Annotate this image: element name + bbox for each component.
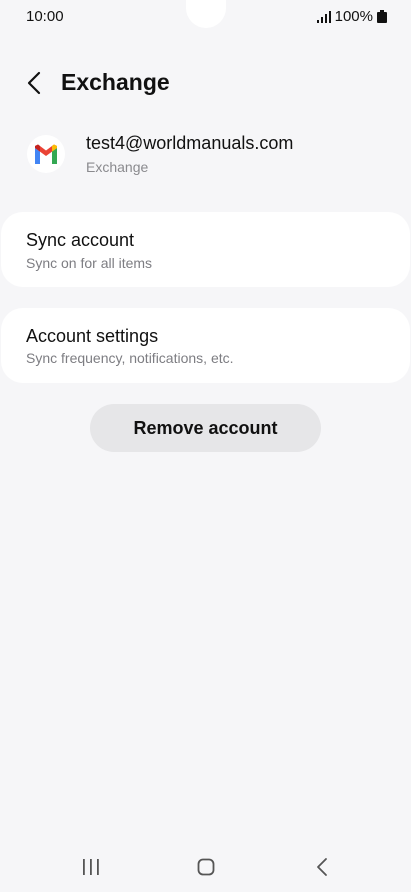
sync-account-card[interactable]: Sync account Sync on for all items	[1, 212, 410, 287]
account-settings-title: Account settings	[26, 326, 159, 346]
account-header: test4@worldmanuals.com Exchange	[0, 128, 411, 184]
home-button[interactable]	[186, 854, 226, 880]
battery-icon	[377, 10, 387, 23]
status-bar: 10:00 100%	[0, 0, 411, 34]
navigation-bar	[0, 842, 411, 892]
account-type: Exchange	[86, 159, 149, 175]
camera-notch	[186, 0, 226, 28]
back-icon	[317, 858, 327, 876]
recents-icon	[83, 859, 99, 875]
battery-percent: 100%	[334, 8, 373, 25]
recents-button[interactable]	[71, 854, 111, 880]
status-time: 10:00	[26, 8, 64, 25]
account-settings-card[interactable]: Account settings Sync frequency, notific…	[1, 308, 410, 383]
back-nav-button[interactable]	[302, 854, 342, 880]
status-indicators: 100%	[316, 8, 387, 25]
page-title: Exchange	[61, 69, 170, 95]
header: Exchange	[0, 60, 411, 106]
sync-account-subtitle: Sync on for all items	[26, 255, 153, 271]
gmail-icon	[27, 135, 65, 173]
account-email: test4@worldmanuals.com	[86, 133, 294, 153]
remove-account-button[interactable]: Remove account	[90, 404, 321, 452]
account-settings-subtitle: Sync frequency, notifications, etc.	[26, 350, 234, 366]
home-icon	[197, 858, 215, 876]
screen: 10:00 100% Exchange test4@worldmanuals.c…	[0, 0, 411, 892]
signal-icon	[316, 10, 331, 23]
chevron-left-icon	[27, 71, 41, 95]
back-button[interactable]	[20, 68, 48, 98]
sync-account-title: Sync account	[26, 230, 135, 250]
